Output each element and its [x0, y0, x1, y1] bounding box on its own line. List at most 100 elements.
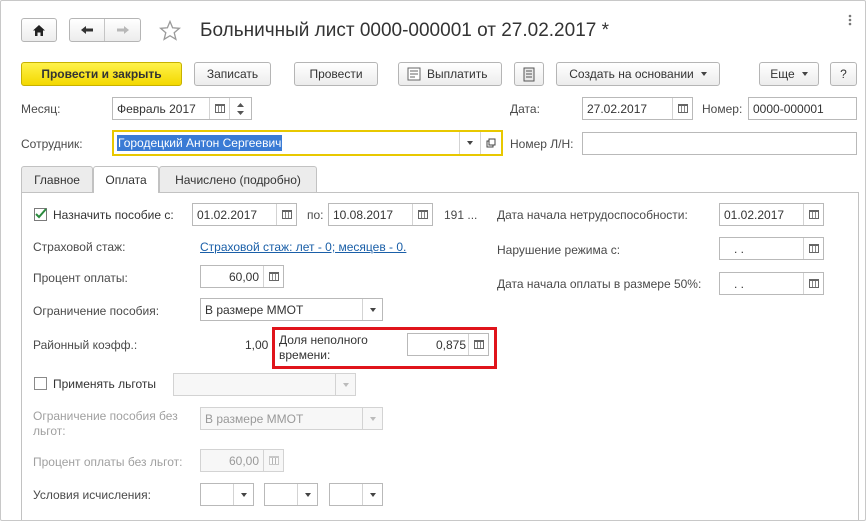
post-and-close-button[interactable]: Провести и закрыть [21, 62, 182, 86]
benefit-to-label: по: [307, 208, 324, 222]
home-button[interactable] [21, 18, 57, 42]
limit-nobenefit-dropdown[interactable] [362, 408, 382, 429]
district-value: 1,00 [245, 338, 269, 352]
date-picker-button[interactable] [672, 98, 692, 119]
benefit-from-field[interactable]: 01.02.2017 [192, 203, 297, 226]
incapacity-start-label: Дата начала нетрудоспособности: [497, 208, 688, 222]
limit-nobenefit-select[interactable]: В размере ММОТ [200, 407, 383, 430]
employee-dropdown-button[interactable] [459, 132, 479, 154]
half-pay-picker[interactable] [803, 273, 823, 294]
insurance-label: Страховой стаж: [33, 240, 126, 254]
month-value: Февраль 2017 [117, 101, 196, 116]
forward-button[interactable] [105, 19, 140, 41]
employee-open-button[interactable] [480, 132, 500, 154]
arrow-left-icon [81, 26, 93, 34]
calculator-icon [473, 340, 484, 349]
calculator-icon [268, 272, 279, 281]
assign-benefit-checkbox[interactable] [34, 208, 47, 221]
home-icon [33, 24, 45, 36]
condition-2-dropdown[interactable] [297, 484, 317, 505]
date-label: Дата: [510, 102, 540, 116]
chevron-down-icon [700, 72, 707, 76]
calendar-icon [677, 104, 688, 113]
number-value: 0000-000001 [753, 101, 824, 116]
percent-calc-button[interactable] [263, 266, 283, 287]
sick-number-field[interactable] [582, 132, 857, 155]
condition-1-dropdown[interactable] [233, 484, 253, 505]
half-pay-value: . . [734, 276, 745, 291]
pay-button[interactable]: Выплатить [398, 62, 502, 86]
document-icon [523, 67, 535, 81]
date-field[interactable]: 27.02.2017 [582, 97, 693, 120]
regime-violation-field[interactable]: . . [719, 237, 824, 260]
chevron-down-icon [369, 416, 376, 421]
chevron-down-icon [369, 492, 376, 497]
condition-3-dropdown[interactable] [362, 484, 382, 505]
employee-field[interactable]: Городецкий Антон Сергеевич [112, 130, 503, 156]
apply-benefits-label: Применять льготы [53, 377, 157, 391]
back-button[interactable] [70, 19, 106, 41]
tab-accrued-detailed[interactable]: Начислено (подробно) [159, 166, 317, 192]
sick-number-label: Номер Л/Н: [510, 137, 574, 151]
favorite-button[interactable] [158, 19, 182, 44]
condition-select-2[interactable] [264, 483, 318, 506]
window-menu[interactable] [843, 13, 857, 27]
post-button[interactable]: Провести [294, 62, 378, 86]
percent-nobenefit-calc[interactable] [263, 450, 283, 471]
regime-violation-picker[interactable] [803, 238, 823, 259]
pay-icon [407, 67, 421, 81]
document-window: Больничный лист 0000-000001 от 27.02.201… [0, 0, 866, 521]
incapacity-start-picker[interactable] [803, 204, 823, 225]
pay-button-label: Выплатить [427, 67, 488, 81]
half-pay-field[interactable]: . . [719, 272, 824, 295]
report-button[interactable] [514, 62, 544, 86]
month-picker-button[interactable] [209, 98, 229, 119]
benefit-from-picker[interactable] [276, 204, 296, 225]
tab-payment[interactable]: Оплата [93, 166, 159, 193]
month-spin[interactable] [229, 98, 251, 119]
more-button[interactable]: Еще [759, 62, 819, 86]
calendar-icon [808, 244, 819, 253]
calendar-icon [417, 210, 428, 219]
benefit-to-picker[interactable] [412, 204, 432, 225]
calendar-icon [808, 210, 819, 219]
number-label: Номер: [702, 102, 743, 116]
spin-icon [237, 102, 244, 115]
parttime-field[interactable]: 0,875 [407, 333, 489, 356]
district-label: Районный коэфф.: [33, 338, 138, 352]
benefits-select[interactable] [173, 373, 356, 396]
chevron-down-icon [369, 307, 376, 312]
regime-violation-label: Нарушение режима с: [497, 243, 621, 257]
benefit-to-field[interactable]: 10.08.2017 [328, 203, 433, 226]
limit-label: Ограничение пособия: [33, 304, 160, 318]
condition-select-3[interactable] [329, 483, 383, 506]
calculator-icon [268, 456, 279, 465]
percent-nobenefit-field[interactable]: 60,00 [200, 449, 284, 472]
employee-value: Городецкий Антон Сергеевич [117, 135, 283, 151]
incapacity-start-field[interactable]: 01.02.2017 [719, 203, 824, 226]
number-field[interactable]: 0000-000001 [748, 97, 857, 120]
percent-nobenefit-label: Процент оплаты без льгот: [33, 455, 183, 469]
limit-nobenefit-label: Ограничение пособия без льгот: [33, 409, 178, 438]
tab-main[interactable]: Главное [21, 166, 93, 192]
employee-label: Сотрудник: [21, 137, 83, 151]
condition-select-1[interactable] [200, 483, 254, 506]
star-icon [158, 19, 182, 41]
limit-dropdown-button[interactable] [362, 299, 382, 320]
apply-benefits-checkbox[interactable] [34, 377, 47, 390]
month-field[interactable]: Февраль 2017 [112, 97, 252, 120]
parttime-calc-button[interactable] [468, 334, 488, 355]
chevron-down-icon [304, 492, 311, 497]
arrow-right-icon [116, 26, 129, 34]
create-based-on-button[interactable]: Создать на основании [556, 62, 720, 86]
percent-field[interactable]: 60,00 [200, 265, 284, 288]
help-button[interactable]: ? [830, 62, 857, 86]
benefit-to-value: 10.08.2017 [333, 207, 394, 222]
checkmark-icon [35, 208, 47, 219]
open-icon [486, 138, 495, 148]
parttime-label: Доля неполного времени: [279, 333, 368, 362]
limit-select[interactable]: В размере ММОТ [200, 298, 383, 321]
save-button[interactable]: Записать [194, 62, 271, 86]
benefits-dropdown-button[interactable] [335, 374, 355, 395]
insurance-link[interactable]: Страховой стаж: лет - 0; месяцев - 0. [200, 240, 406, 254]
